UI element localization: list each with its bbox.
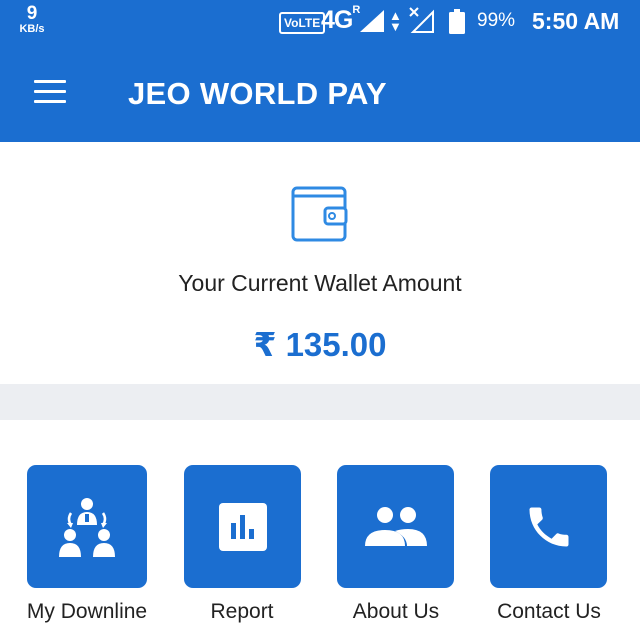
my-downline-button[interactable] (27, 465, 147, 588)
people-icon (364, 506, 427, 546)
data-activity-icon: ▲ ▼ (389, 8, 402, 34)
network-speed: 9 KB/s (14, 4, 50, 35)
network-speed-unit: KB/s (19, 23, 45, 35)
no-signal-icon (409, 7, 434, 33)
contact-us-button[interactable] (490, 465, 607, 588)
network-type: 4GR (321, 3, 360, 35)
wallet-icon (291, 186, 348, 242)
network-type-label: 4G (321, 6, 353, 34)
downline-icon (59, 497, 115, 557)
report-button[interactable] (184, 465, 301, 588)
wallet-label: Your Current Wallet Amount (178, 270, 462, 296)
network-speed-value: 9 (26, 3, 38, 24)
status-bar: 9 KB/s VoLTE 4GR ▲ ▼ 99% 5:50 AM (0, 0, 640, 42)
battery-percent: 99% (477, 10, 516, 31)
about-us-label: About Us (352, 600, 440, 623)
contact-us-label: Contact Us (497, 600, 601, 623)
about-us-button[interactable] (337, 465, 454, 588)
report-label: Report (210, 600, 274, 623)
app-bar: JEO WORLD PAY (0, 42, 640, 142)
my-downline-label: My Downline (26, 600, 148, 623)
wallet-amount: ₹ 135.00 (253, 326, 387, 363)
battery-icon (449, 9, 465, 34)
clock: 5:50 AM (532, 8, 620, 34)
hamburger-menu-icon[interactable] (34, 80, 66, 104)
phone-icon (529, 507, 568, 546)
roaming-indicator: R (352, 3, 360, 16)
section-divider (0, 384, 640, 420)
report-chart-icon (218, 502, 267, 551)
wallet-card: Your Current Wallet Amount ₹ 135.00 (0, 142, 640, 384)
app-title: JEO WORLD PAY (128, 76, 387, 111)
signal-strength-icon (360, 10, 384, 32)
volte-badge: VoLTE (279, 12, 326, 34)
